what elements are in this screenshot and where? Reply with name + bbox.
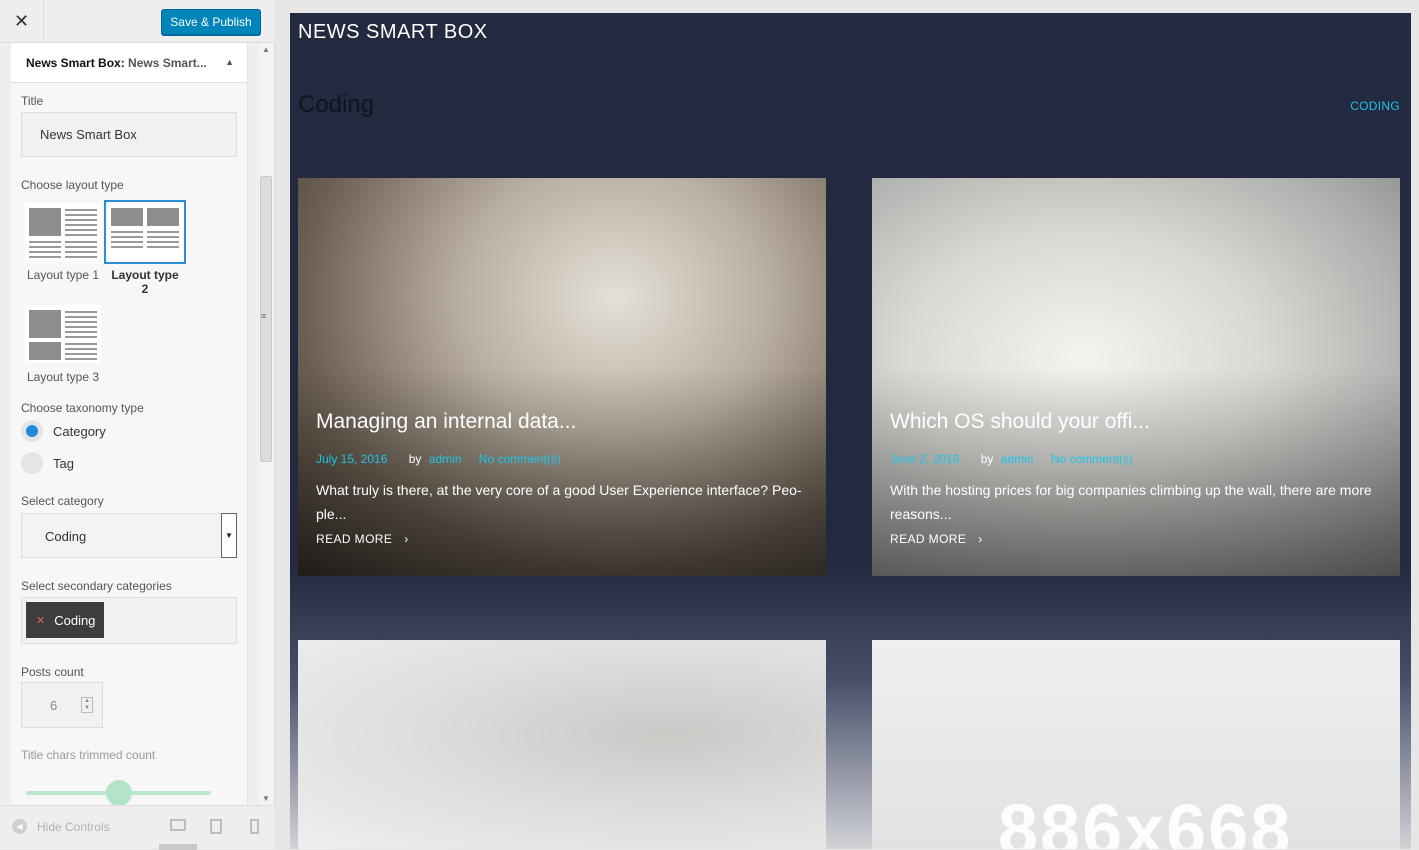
layout-option-label: Layout type 3 (26, 370, 100, 384)
title-trim-label: Title chars trimmed count (21, 748, 156, 762)
widget-section-subtitle: News Smart... (128, 56, 207, 70)
widget-title: NEWS SMART BOX (298, 21, 488, 43)
read-more-label: READ MORE (316, 532, 393, 546)
category-heading: Coding (298, 91, 375, 118)
layout-option-1[interactable]: Layout type 1 (25, 203, 101, 282)
post-meta: July 15, 2016 by admin No comment(s) (316, 452, 561, 466)
category-tag-label: Coding (54, 612, 96, 628)
widget-section-header[interactable]: News Smart Box: News Smart... ▲ (11, 43, 247, 83)
radio-label: Category (53, 423, 106, 439)
title-label: Title (21, 94, 44, 108)
post-card-image[interactable] (298, 640, 826, 849)
customizer-sidebar: ✕ Save & Publish News Smart Box: News Sm… (0, 0, 275, 850)
close-icon[interactable]: ✕ (0, 0, 44, 43)
slider-handle[interactable] (106, 780, 132, 805)
radio-checked-icon (21, 420, 43, 442)
taxonomy-category-radio[interactable]: Category (21, 420, 106, 442)
secondary-categories-label: Select secondary categories (21, 579, 172, 593)
customizer-footer: ◀ Hide Controls (0, 805, 275, 850)
secondary-categories-input[interactable]: ✕ Coding (21, 597, 237, 644)
tablet-icon[interactable] (210, 819, 222, 834)
radio-label: Tag (53, 455, 74, 471)
category-tag-chip: ✕ Coding (26, 602, 105, 638)
chevron-right-icon: › (978, 532, 983, 546)
site-preview: NEWS SMART BOX Coding CODING Managing an… (290, 13, 1411, 849)
post-date[interactable]: June 2, 2016 (890, 452, 959, 466)
title-input[interactable]: News Smart Box (21, 112, 237, 157)
post-by: by (408, 452, 422, 466)
widget-controls-panel: News Smart Box: News Smart... ▲ Title Ne… (11, 43, 248, 805)
chevron-right-icon: › (404, 532, 409, 546)
post-author[interactable]: admin (429, 452, 462, 466)
post-by: by (980, 452, 994, 466)
active-device-indicator (159, 844, 197, 850)
triangle-up-icon[interactable]: ▲ (225, 57, 234, 67)
posts-count-stepper[interactable]: 6 ▲ ▼ (21, 682, 103, 728)
post-title[interactable]: Which OS should your offi... (890, 410, 1150, 434)
post-card[interactable]: Managing an internal data... July 15, 20… (298, 178, 826, 576)
scroll-up-icon[interactable]: ▲ (262, 45, 270, 54)
post-title[interactable]: Managing an internal data... (316, 410, 576, 434)
read-more-link[interactable]: READ MORE › (890, 532, 983, 546)
hide-controls-button[interactable]: ◀ Hide Controls (12, 819, 110, 834)
desktop-icon[interactable] (170, 819, 186, 831)
select-category-label: Select category (21, 494, 104, 508)
spinner-arrows-icon[interactable]: ▲ ▼ (81, 697, 93, 713)
category-link[interactable]: CODING (1350, 99, 1400, 113)
layout-option-3[interactable]: Layout type 3 (25, 305, 101, 384)
post-card[interactable]: Which OS should your offi... June 2, 201… (872, 178, 1400, 576)
collapse-left-icon: ◀ (12, 819, 27, 834)
grip-icon: ≡ (261, 311, 267, 321)
post-comments[interactable]: No comment(s) (479, 452, 561, 466)
chevron-down-icon[interactable]: ▼ (221, 513, 237, 558)
placeholder-dimensions: 886x668 (998, 791, 1293, 849)
layout-3-thumbnail-icon (25, 305, 101, 363)
posts-count-value: 6 (50, 698, 58, 713)
layout-type-label: Choose layout type (21, 178, 124, 192)
posts-count-label: Posts count (21, 665, 84, 679)
post-author[interactable]: admin (1001, 452, 1034, 466)
layout-option-label: Layout type 2 (111, 268, 179, 296)
widget-section-title: News Smart Box: (26, 56, 125, 70)
taxonomy-tag-radio[interactable]: Tag (21, 452, 74, 474)
layout-2-thumbnail-icon (104, 200, 186, 264)
scroll-down-icon[interactable]: ▼ (262, 794, 270, 803)
category-select-value: Coding (45, 529, 87, 544)
post-card-placeholder[interactable]: 886x668 (872, 640, 1400, 849)
layout-1-thumbnail-icon (25, 203, 101, 261)
post-excerpt: With the hosting prices for big companie… (890, 482, 1372, 522)
mobile-icon[interactable] (250, 819, 259, 834)
read-more-label: READ MORE (890, 532, 967, 546)
post-comments[interactable]: No comment(s) (1051, 452, 1133, 466)
remove-tag-icon[interactable]: ✕ (36, 614, 45, 627)
save-publish-button[interactable]: Save & Publish (161, 9, 261, 35)
post-meta: June 2, 2016 by admin No comment(s) (890, 452, 1133, 466)
layout-option-2[interactable]: Layout type 2 (104, 200, 186, 296)
layout-option-label: Layout type 1 (26, 268, 100, 282)
read-more-link[interactable]: READ MORE › (316, 532, 409, 546)
taxonomy-type-label: Choose taxonomy type (21, 401, 144, 415)
panel-scrollbar[interactable]: ▲ ≡ ▼ (259, 43, 274, 805)
post-date[interactable]: July 15, 2016 (316, 452, 387, 466)
radio-unchecked-icon (21, 452, 43, 474)
hide-controls-label: Hide Controls (37, 819, 110, 834)
post-excerpt: What truly is there, at the very core of… (316, 482, 802, 522)
category-select[interactable]: Coding ▼ (21, 513, 237, 558)
customizer-header: ✕ Save & Publish (0, 0, 275, 43)
